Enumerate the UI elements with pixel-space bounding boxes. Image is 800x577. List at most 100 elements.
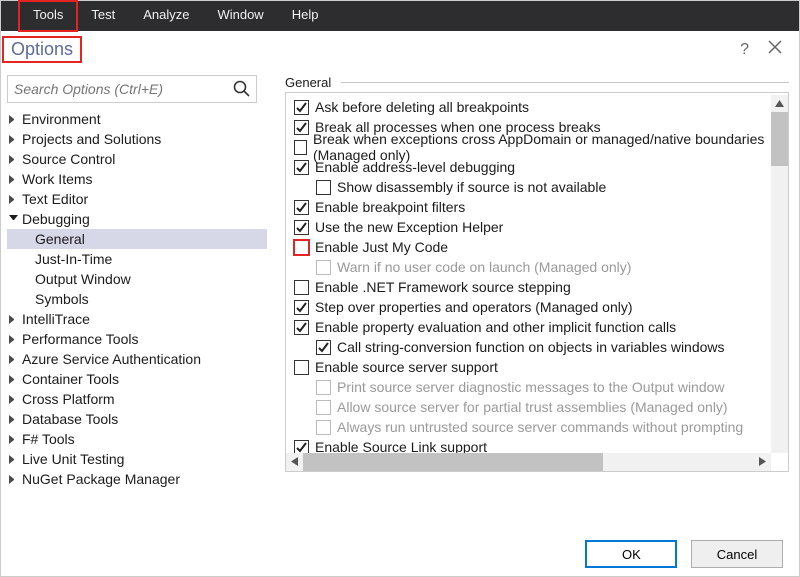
menu-help[interactable]: Help [278,1,333,31]
options-tree[interactable]: Environment Projects and Solutions Source … [7,109,267,489]
option-row[interactable]: Enable Just My Code [294,237,780,257]
menu-tools[interactable]: Tools [19,1,77,31]
tree-item[interactable]: Work Items [7,169,267,189]
chevron-right-icon[interactable] [9,175,18,184]
tree-item[interactable]: F# Tools [7,429,267,449]
option-row[interactable]: Enable .NET Framework source stepping [294,277,780,297]
option-label: Warn if no user code on launch (Managed … [337,259,631,275]
search-input[interactable] [7,75,257,103]
tree-item-label: Container Tools [22,371,119,387]
dialog-title: Options [3,37,81,62]
tree-item-label: IntelliTrace [22,311,90,327]
tree-item[interactable]: Debugging [7,209,267,229]
cancel-button[interactable]: Cancel [691,540,783,568]
option-label: Allow source server for partial trust as… [337,399,728,415]
chevron-right-icon[interactable] [9,475,18,484]
checkbox[interactable] [294,300,309,315]
checkbox [316,420,331,435]
checkbox[interactable] [316,340,331,355]
option-row[interactable]: Use the new Exception Helper [294,217,780,237]
help-icon[interactable]: ? [740,41,749,59]
checkbox [316,260,331,275]
checkbox[interactable] [294,220,309,235]
tree-item-label: Performance Tools [22,331,138,347]
option-row[interactable]: Enable breakpoint filters [294,197,780,217]
vertical-scrollbar[interactable] [771,95,788,453]
option-label: Enable .NET Framework source stepping [315,279,571,295]
checkbox[interactable] [294,120,309,135]
tree-item-label: Debugging [22,211,90,227]
tree-child-label: Symbols [35,291,89,307]
tree-child-item[interactable]: Just-In-Time [7,249,267,269]
option-row[interactable]: Enable source server support [294,357,780,377]
option-label: Enable breakpoint filters [315,199,465,215]
section-divider [341,82,789,83]
chevron-right-icon[interactable] [9,155,18,164]
checkbox[interactable] [294,200,309,215]
tree-item[interactable]: Source Control [7,149,267,169]
tree-item[interactable]: Cross Platform [7,389,267,409]
checkbox[interactable] [294,320,309,335]
tree-item[interactable]: Environment [7,109,267,129]
menu-bar: Tools Test Analyze Window Help [1,1,799,31]
chevron-down-icon[interactable] [9,215,18,224]
menu-window[interactable]: Window [203,1,277,31]
tree-item[interactable]: Container Tools [7,369,267,389]
tree-item[interactable]: Live Unit Testing [7,449,267,469]
checkbox[interactable] [294,140,307,155]
option-row[interactable]: Call string-conversion function on objec… [316,337,780,357]
checkbox [316,380,331,395]
tree-child-item[interactable]: Output Window [7,269,267,289]
checkbox[interactable] [316,180,331,195]
chevron-right-icon[interactable] [9,395,18,404]
chevron-right-icon[interactable] [9,455,18,464]
chevron-right-icon[interactable] [9,415,18,424]
right-pane: General Ask before deleting all breakpoi… [269,67,799,526]
option-row[interactable]: Break when exceptions cross AppDomain or… [294,137,780,157]
tree-item-label: Database Tools [22,411,118,427]
tree-item[interactable]: Database Tools [7,409,267,429]
checkbox[interactable] [294,240,309,255]
chevron-right-icon[interactable] [9,375,18,384]
option-row[interactable]: Show disassembly if source is not availa… [316,177,780,197]
dialog-header: Options ? [1,31,799,67]
options-list: Ask before deleting all breakpoints Break… [285,92,789,472]
option-label: Show disassembly if source is not availa… [337,179,606,195]
horizontal-scrollbar[interactable] [286,453,771,471]
ok-button[interactable]: OK [585,540,677,568]
checkbox[interactable] [294,100,309,115]
checkbox[interactable] [294,160,309,175]
option-label: Enable Just My Code [315,239,448,255]
tree-child-item[interactable]: Symbols [7,289,267,309]
option-row[interactable]: Step over properties and operators (Mana… [294,297,780,317]
tree-item[interactable]: Performance Tools [7,329,267,349]
tree-item-label: Projects and Solutions [22,131,161,147]
menu-test[interactable]: Test [77,1,129,31]
tree-item[interactable]: Azure Service Authentication [7,349,267,369]
tree-child-label: General [35,231,85,247]
tree-item[interactable]: IntelliTrace [7,309,267,329]
chevron-right-icon[interactable] [9,195,18,204]
tree-item[interactable]: Text Editor [7,189,267,209]
tree-item[interactable]: NuGet Package Manager [7,469,267,489]
option-label: Enable property evaluation and other imp… [315,319,676,335]
section-title: General [285,75,331,90]
chevron-right-icon[interactable] [9,435,18,444]
checkbox[interactable] [294,280,309,295]
tree-item[interactable]: Projects and Solutions [7,129,267,149]
tree-child-item[interactable]: General [7,229,267,249]
chevron-right-icon[interactable] [9,115,18,124]
option-row[interactable]: Ask before deleting all breakpoints [294,97,780,117]
menu-analyze[interactable]: Analyze [129,1,203,31]
option-label: Always run untrusted source server comma… [337,419,743,435]
chevron-right-icon[interactable] [9,335,18,344]
checkbox[interactable] [294,360,309,375]
option-row[interactable]: Enable property evaluation and other imp… [294,317,780,337]
chevron-right-icon[interactable] [9,135,18,144]
option-label: Enable address-level debugging [315,159,515,175]
search-icon[interactable] [233,80,251,101]
tree-item-label: NuGet Package Manager [22,471,180,487]
close-icon[interactable] [767,39,783,58]
chevron-right-icon[interactable] [9,355,18,364]
chevron-right-icon[interactable] [9,315,18,324]
